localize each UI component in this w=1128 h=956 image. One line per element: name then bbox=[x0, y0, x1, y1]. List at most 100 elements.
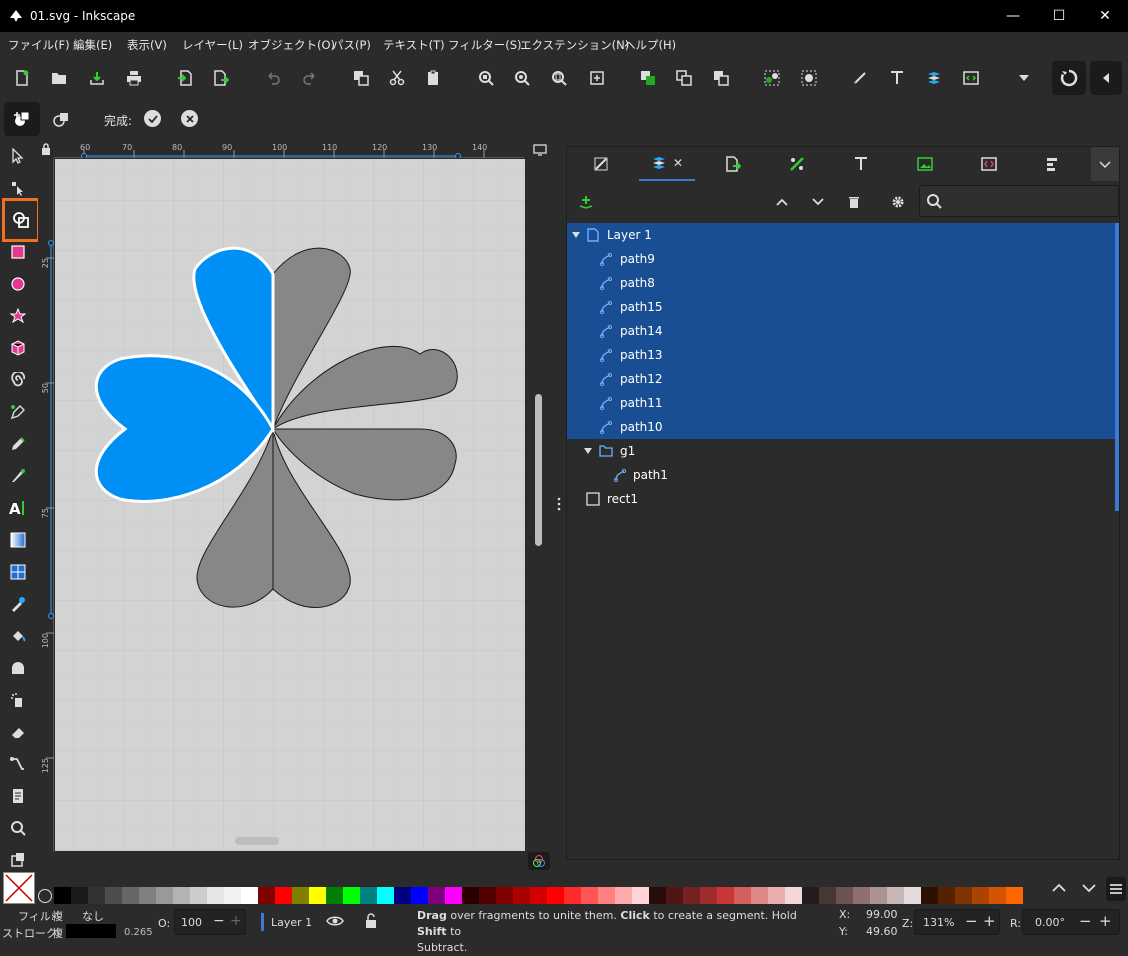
close-button[interactable]: ✕ bbox=[1082, 0, 1128, 32]
color-swatch[interactable] bbox=[88, 887, 105, 904]
tree-row-path[interactable]: path12 bbox=[567, 367, 1115, 391]
color-swatch[interactable] bbox=[445, 887, 462, 904]
zoom-field[interactable]: 131% − + bbox=[914, 909, 1000, 935]
node-tool-icon[interactable] bbox=[6, 176, 30, 200]
toolbar-overflow-icon[interactable] bbox=[1011, 65, 1037, 91]
tab-align[interactable] bbox=[1025, 147, 1081, 181]
new-document-icon[interactable] bbox=[9, 65, 35, 91]
export-icon[interactable] bbox=[208, 65, 234, 91]
stroke-swatch[interactable] bbox=[66, 924, 116, 938]
ellipse-tool-icon[interactable] bbox=[6, 272, 30, 296]
tree-row-path[interactable]: path14 bbox=[567, 319, 1115, 343]
zoom-out-icon[interactable]: − bbox=[965, 912, 978, 930]
measure-tool-icon[interactable] bbox=[6, 848, 30, 872]
color-swatch[interactable] bbox=[683, 887, 700, 904]
menu-object[interactable]: オブジェクト(O) bbox=[248, 37, 335, 53]
rotate-field[interactable]: 0.00° − + bbox=[1022, 909, 1120, 935]
tree-row-group[interactable]: g1 bbox=[567, 439, 1115, 463]
menu-file[interactable]: ファイル(F) bbox=[8, 37, 70, 53]
color-swatch[interactable] bbox=[751, 887, 768, 904]
menu-extensions[interactable]: エクステンション(N) bbox=[520, 37, 629, 53]
color-swatch[interactable] bbox=[921, 887, 938, 904]
no-paint-swatch[interactable] bbox=[3, 872, 35, 904]
display-mode-icon[interactable] bbox=[530, 142, 550, 158]
vertical-ruler[interactable]: 25 50 75 100 125 bbox=[40, 158, 54, 852]
color-swatch[interactable] bbox=[649, 887, 666, 904]
palette-options-icon[interactable] bbox=[38, 889, 52, 903]
palette-menu-icon[interactable] bbox=[1106, 877, 1126, 901]
expand-arrow-icon[interactable] bbox=[571, 231, 581, 239]
vertical-scrollbar[interactable] bbox=[535, 394, 542, 546]
tab-fill-stroke[interactable] bbox=[573, 147, 629, 181]
color-swatch[interactable] bbox=[292, 887, 309, 904]
color-swatch[interactable] bbox=[768, 887, 785, 904]
maximize-button[interactable]: ☐ bbox=[1036, 0, 1082, 32]
color-swatch[interactable] bbox=[309, 887, 326, 904]
horizontal-ruler[interactable]: 60 70 80 90 100 110 120 130 140 bbox=[54, 142, 524, 158]
zoom-selection-icon[interactable] bbox=[473, 65, 499, 91]
tab-export[interactable] bbox=[705, 147, 761, 181]
tree-row-path[interactable]: path1 bbox=[567, 463, 1115, 487]
color-swatch[interactable] bbox=[938, 887, 955, 904]
color-swatch[interactable] bbox=[207, 887, 224, 904]
zoom-drawing-icon[interactable] bbox=[509, 65, 535, 91]
color-swatch[interactable] bbox=[581, 887, 598, 904]
color-swatch[interactable] bbox=[71, 887, 88, 904]
palette-scroll-up-icon[interactable] bbox=[1050, 879, 1070, 899]
zoom-in-icon[interactable]: + bbox=[983, 912, 996, 930]
star-tool-icon[interactable] bbox=[6, 304, 30, 328]
palette-scroll-down-icon[interactable] bbox=[1080, 879, 1100, 899]
color-swatch[interactable] bbox=[666, 887, 683, 904]
color-swatch[interactable] bbox=[972, 887, 989, 904]
shape-builder-tool-icon[interactable] bbox=[2, 198, 40, 242]
color-swatch[interactable] bbox=[870, 887, 887, 904]
color-swatch[interactable] bbox=[955, 887, 972, 904]
pages-tool-icon[interactable] bbox=[6, 784, 30, 808]
tab-xml-editor[interactable] bbox=[961, 147, 1017, 181]
cut-icon[interactable] bbox=[384, 65, 410, 91]
layer-visibility-icon[interactable] bbox=[326, 913, 346, 931]
color-swatch[interactable] bbox=[989, 887, 1006, 904]
color-swatch[interactable] bbox=[785, 887, 802, 904]
fill-stroke-icon[interactable] bbox=[847, 65, 873, 91]
tab-layers-objects[interactable]: ✕ bbox=[639, 147, 695, 181]
copy-icon[interactable] bbox=[348, 65, 374, 91]
color-swatch[interactable] bbox=[836, 887, 853, 904]
print-icon[interactable] bbox=[121, 65, 147, 91]
color-swatch[interactable] bbox=[496, 887, 513, 904]
pen-tool-icon[interactable] bbox=[6, 400, 30, 424]
tree-row-layer1[interactable]: Layer 1 bbox=[567, 223, 1115, 247]
tree-row-path[interactable]: path13 bbox=[567, 343, 1115, 367]
tree-scroll-indicator[interactable] bbox=[1115, 223, 1119, 511]
delete-icon[interactable] bbox=[843, 192, 865, 212]
color-swatch[interactable] bbox=[190, 887, 207, 904]
menu-path[interactable]: パス(P) bbox=[332, 37, 371, 53]
tab-image[interactable] bbox=[897, 147, 953, 181]
color-swatch[interactable] bbox=[853, 887, 870, 904]
tabs-overflow-icon[interactable] bbox=[1091, 147, 1119, 181]
paint-bucket-tool-icon[interactable] bbox=[6, 624, 30, 648]
tab-path-effects[interactable] bbox=[769, 147, 825, 181]
opacity-increment-icon[interactable]: + bbox=[230, 913, 242, 929]
spray-tool-icon[interactable] bbox=[6, 688, 30, 712]
color-swatch[interactable] bbox=[224, 887, 241, 904]
snap-toggle-icon[interactable] bbox=[1052, 61, 1086, 95]
fill-value[interactable]: 複 bbox=[52, 908, 63, 924]
lock-guides-icon[interactable] bbox=[38, 140, 54, 158]
add-mode-icon[interactable] bbox=[4, 102, 40, 136]
rectangle-tool-icon[interactable] bbox=[6, 240, 30, 264]
selector-tool-icon[interactable] bbox=[6, 144, 30, 168]
text-font-icon[interactable] bbox=[884, 65, 910, 91]
color-swatch[interactable] bbox=[343, 887, 360, 904]
color-swatch[interactable] bbox=[428, 887, 445, 904]
duplicate-icon[interactable] bbox=[635, 65, 661, 91]
swatch-row[interactable] bbox=[54, 887, 1044, 904]
zoom-center-icon[interactable] bbox=[584, 65, 610, 91]
tweak-tool-icon[interactable] bbox=[6, 656, 30, 680]
color-swatch[interactable] bbox=[615, 887, 632, 904]
menu-filters[interactable]: フィルター(S) bbox=[448, 37, 522, 53]
color-swatch[interactable] bbox=[360, 887, 377, 904]
close-tab-icon[interactable]: ✕ bbox=[673, 156, 683, 170]
zoom-tool-icon[interactable] bbox=[6, 816, 30, 840]
color-swatch[interactable] bbox=[173, 887, 190, 904]
